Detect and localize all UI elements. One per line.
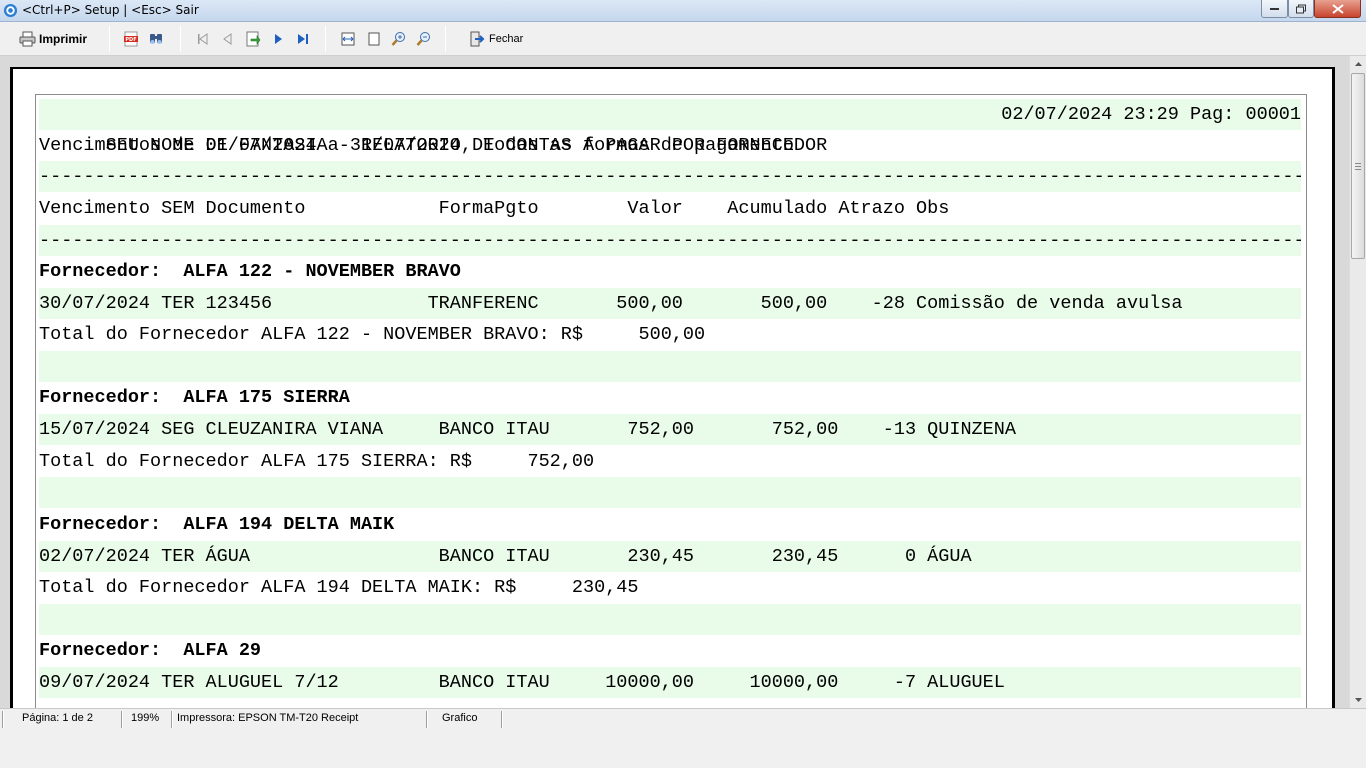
blank-row	[39, 477, 1301, 508]
status-printer: Impressora: EPSON TM-T20 Receipt	[177, 712, 359, 724]
toolbar-separator	[325, 26, 326, 52]
status-separator	[501, 711, 503, 728]
status-zoom: 199%	[131, 712, 160, 724]
blank-row	[39, 604, 1301, 635]
supplier-heading: Fornecedor: ALFA 175 SIERRA	[39, 382, 1301, 413]
minimize-button[interactable]	[1261, 0, 1288, 18]
go-to-page-icon[interactable]	[245, 31, 261, 47]
separator-line: ----------------------------------------…	[39, 225, 1301, 256]
window-title: <Ctrl+P> Setup | <Esc> Sair	[22, 3, 199, 17]
printer-icon	[19, 31, 36, 47]
status-bar: Página: 1 de 2 199% Impressora: EPSON TM…	[0, 708, 1366, 730]
report-viewer: SEU NOME DE FANTASIA - RELATORIO DE CONT…	[0, 56, 1366, 708]
zoom-in-icon[interactable]	[391, 31, 407, 47]
table-row: 09/07/2024 TER ALUGUEL 7/12 BANCO ITAU 1…	[39, 667, 1301, 698]
status-separator	[171, 711, 173, 728]
zoom-out-icon[interactable]	[416, 31, 432, 47]
last-page-icon[interactable]	[295, 31, 311, 47]
status-page: Página: 1 de 2	[22, 712, 93, 724]
supplier-heading-text: Fornecedor: ALFA 194 DELTA MAIK	[39, 514, 395, 535]
separator-line: ----------------------------------------…	[39, 161, 1301, 192]
svg-text:PDF: PDF	[125, 37, 136, 43]
first-page-icon[interactable]	[195, 31, 211, 47]
close-icon	[1331, 3, 1344, 14]
blank-row	[39, 351, 1301, 382]
status-mode: Grafico	[442, 712, 478, 724]
restore-icon	[1296, 4, 1306, 13]
find-icon[interactable]	[148, 31, 164, 47]
title-bar: <Ctrl+P> Setup | <Esc> Sair	[0, 0, 1366, 22]
scrollbar-thumb[interactable]	[1351, 73, 1365, 259]
supplier-heading-text: Fornecedor: ALFA 29	[39, 640, 262, 661]
previous-page-icon[interactable]	[220, 31, 236, 47]
supplier-heading: Fornecedor: ALFA 194 DELTA MAIK	[39, 509, 1301, 540]
page-width-icon[interactable]	[340, 31, 356, 47]
table-row: 15/07/2024 SEG CLEUZANIRA VIANA BANCO IT…	[39, 414, 1301, 445]
supplier-heading: Fornecedor: ALFA 29	[39, 635, 1301, 666]
exit-icon	[470, 31, 485, 47]
scroll-down-icon[interactable]	[1350, 691, 1366, 708]
supplier-heading-text: Fornecedor: ALFA 122 - NOVEMBER BRAVO	[39, 261, 461, 282]
print-button[interactable]: Imprimir	[19, 28, 87, 50]
grip-icon	[1355, 163, 1361, 170]
table-row: 02/07/2024 TER ÁGUA BANCO ITAU 230,45 23…	[39, 541, 1301, 572]
toolbar-separator	[445, 26, 446, 52]
toolbar-separator	[109, 26, 110, 52]
app-icon	[3, 3, 18, 18]
supplier-total: Total do Fornecedor ALFA 194 DELTA MAIK:…	[39, 577, 639, 598]
window-bottom-area	[0, 730, 1366, 768]
column-headers: Vencimento SEM Documento FormaPgto Valor…	[39, 198, 950, 219]
report-page: SEU NOME DE FANTASIA - RELATORIO DE CONT…	[13, 69, 1332, 708]
print-label: Imprimir	[39, 32, 88, 46]
supplier-total: Total do Fornecedor ALFA 122 - NOVEMBER …	[39, 324, 706, 345]
minimize-icon	[1269, 7, 1279, 10]
supplier-heading-text: Fornecedor: ALFA 175 SIERRA	[39, 387, 350, 408]
pdf-icon[interactable]: PDF	[123, 31, 139, 47]
supplier-total: Total do Fornecedor ALFA 175 SIERRA: R$ …	[39, 451, 595, 472]
close-report-button[interactable]: Fechar	[469, 28, 523, 50]
status-separator	[121, 711, 123, 728]
status-separator	[2, 711, 4, 728]
table-row: 30/07/2024 TER 123456 TRANFERENC 500,00 …	[39, 288, 1301, 319]
report-subtitle: Vencimentos de 01/07/2024 a 31/07/2024, …	[39, 135, 794, 156]
next-page-icon[interactable]	[270, 31, 286, 47]
close-report-label: Fechar	[489, 33, 524, 45]
full-page-icon[interactable]	[366, 31, 382, 47]
report-header-date-page: 02/07/2024 23:29 Pag: 00001	[1001, 104, 1301, 125]
toolbar-separator	[180, 26, 181, 52]
supplier-heading: Fornecedor: ALFA 122 - NOVEMBER BRAVO	[39, 256, 1301, 287]
toolbar: Imprimir PDF Fechar	[0, 22, 1366, 56]
close-window-button[interactable]	[1314, 0, 1361, 18]
scroll-up-icon[interactable]	[1350, 56, 1366, 73]
report-header-row: SEU NOME DE FANTASIA - RELATORIO DE CONT…	[39, 99, 1301, 156]
status-separator	[426, 711, 428, 728]
maximize-button[interactable]	[1288, 0, 1314, 18]
vertical-scrollbar[interactable]	[1349, 56, 1366, 708]
